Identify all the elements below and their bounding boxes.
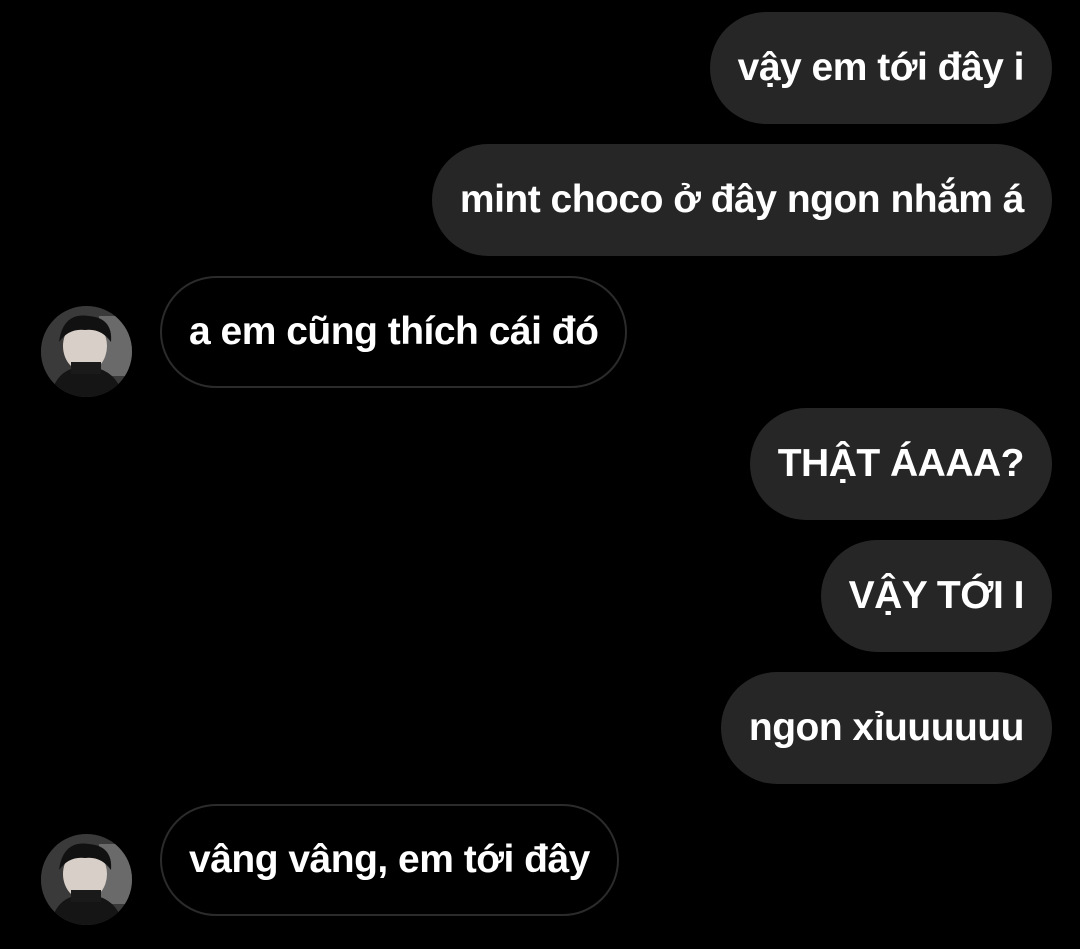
message-text: ngon xỉuuuuuu (748, 706, 1025, 749)
message-bubble-sent[interactable]: vậy em tới đây i (709, 12, 1052, 124)
message-text: a em cũng thích cái đó (189, 310, 599, 353)
avatar[interactable] (41, 834, 132, 925)
message-text: mint choco ở đây ngon nhắm á (459, 178, 1025, 221)
message-bubble-sent[interactable]: ngon xỉuuuuuu (720, 672, 1052, 784)
avatar-photo-icon (41, 834, 132, 925)
message-text: VẬY TỚI I (848, 574, 1025, 617)
message-text: THẬT ÁAAA? (777, 442, 1025, 485)
message-bubble-received[interactable]: a em cũng thích cái đó (160, 276, 628, 388)
message-text: vâng vâng, em tới đây (189, 838, 590, 881)
message-bubble-sent[interactable]: VẬY TỚI I (820, 540, 1052, 652)
message-bubble-sent[interactable]: mint choco ở đây ngon nhắm á (431, 144, 1052, 256)
message-bubble-received[interactable]: vâng vâng, em tới đây (160, 804, 619, 916)
avatar[interactable] (41, 306, 132, 397)
avatar-photo-icon (41, 306, 132, 397)
message-text: vậy em tới đây i (737, 46, 1025, 89)
message-bubble-sent[interactable]: THẬT ÁAAA? (749, 408, 1052, 520)
